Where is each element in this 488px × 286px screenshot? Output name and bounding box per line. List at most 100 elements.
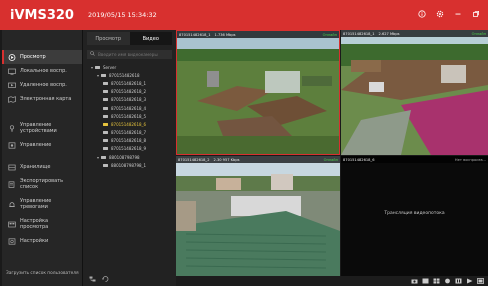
sidebar-item-view-config[interactable]: Настройка просмотра — [2, 214, 82, 234]
camera-search — [87, 50, 172, 59]
tree-tabs: Просмотр Видео — [87, 32, 172, 45]
title-bar: iVMS320 2019/05/15 15:34:32 — [0, 0, 488, 30]
tree-camera-item[interactable]: 870151482618_7 — [91, 129, 176, 137]
chevron-down-icon[interactable]: ▾ — [91, 65, 93, 70]
minimize-icon[interactable] — [453, 9, 462, 18]
sidebar-item-export-list[interactable]: Экспортировать список — [2, 174, 82, 194]
device-tree: ▾ Server ▾ 870151482618 870151482618_1 870151… — [91, 63, 176, 169]
refresh-icon[interactable] — [102, 276, 109, 284]
tile-camera-name: 870151482618_6 — [343, 157, 375, 162]
search-input[interactable] — [98, 52, 168, 57]
tab-video[interactable]: Видео — [129, 32, 172, 45]
layout-4-icon[interactable] — [433, 278, 440, 284]
sidebar-item-device-management[interactable]: Управление устройствами — [2, 118, 82, 138]
tree-item-label: 880108798798 — [109, 154, 140, 160]
sidebar-item-management[interactable]: Управление — [2, 138, 82, 152]
tree-item-label: 870151482618 — [109, 72, 140, 78]
tile-header: 870151482618_2 2.30 957 Kbps Онлайн — [176, 156, 340, 163]
pause-icon[interactable] — [455, 278, 462, 284]
alarm-icon — [8, 201, 16, 208]
play-icon[interactable] — [466, 278, 473, 284]
sidebar-item-settings[interactable]: Настройки — [2, 234, 82, 248]
datetime: 2019/05/15 15:34:32 — [88, 11, 157, 19]
chevron-down-icon[interactable]: ▾ — [97, 155, 99, 160]
sidebar-item-emap[interactable]: Электронная карта — [2, 92, 82, 106]
tree-item-label: 870151482618_3 — [111, 97, 147, 103]
tree-item-label: 870151482618_2 — [111, 89, 147, 95]
tree-item-label: 870151482618_7 — [111, 130, 147, 136]
tile-bitrate: 1.736 Mbps — [214, 32, 236, 37]
tree-camera-item[interactable]: 870151482618_3 — [91, 96, 176, 104]
folder-icon — [95, 65, 101, 69]
restore-icon[interactable] — [471, 9, 480, 18]
tile-camera-name: 870151482618_1 — [179, 32, 211, 37]
tree-camera-item[interactable]: 870151482618_8 — [91, 137, 176, 145]
settings-icon[interactable] — [435, 9, 444, 18]
tile-bitrate: 2.627 Mbps — [378, 31, 400, 36]
tile-header: 870151482618_1 1.736 Mbps Онлайн — [177, 31, 339, 38]
app-window: iVMS320 2019/05/15 15:34:32 Просмотр Лок… — [0, 0, 488, 286]
camera-icon — [103, 98, 108, 102]
tree-device-item[interactable]: ▾ 880108798798 — [91, 153, 176, 161]
sidebar: Просмотр Локальное воспр. Удаленное восп… — [2, 30, 82, 286]
tile-header: 870151482618_1 2.627 Mbps Онлайн — [341, 30, 488, 37]
tree-item-label: 870151482618_1 — [111, 80, 147, 86]
device-icon — [8, 124, 16, 132]
sidebar-item-local-playback[interactable]: Локальное воспр. — [2, 64, 82, 78]
camera-icon — [103, 81, 108, 85]
tree-group-item[interactable]: ▾ Server — [91, 63, 176, 71]
camera-icon — [103, 131, 108, 135]
tree-camera-item[interactable]: 870151482618_5 — [91, 112, 176, 120]
stream-message: Трансляция видеопотока — [384, 211, 445, 216]
manage-icon — [8, 141, 16, 149]
video-tile[interactable]: 870151482618_1 2.627 Mbps Онлайн — [341, 30, 488, 155]
window-controls — [417, 9, 480, 18]
camera-feed-1 — [177, 31, 339, 154]
tree-item-label: 870151482618_4 — [111, 105, 147, 111]
export-icon — [8, 180, 16, 188]
tree-camera-item[interactable]: 870151482618_9 — [91, 145, 176, 153]
tree-item-label: 870151482618_8 — [111, 138, 147, 144]
sidebar-item-storage[interactable]: Хранилище — [2, 160, 82, 174]
tree-camera-item[interactable]: 870151482618_4 — [91, 104, 176, 112]
sidebar-footer-link[interactable]: Загрузить список пользователя — [6, 271, 79, 276]
tree-camera-item[interactable]: 870151482618_2 — [91, 88, 176, 96]
collapse-icon[interactable] — [89, 276, 96, 284]
tree-camera-item[interactable]: 870151482618_1 — [91, 79, 176, 87]
video-tile[interactable]: 870151482618_2 2.30 957 Kbps Онлайн — [176, 156, 340, 276]
tree-device-item[interactable]: ▾ 870151482618 — [91, 71, 176, 79]
tile-header: 870151482618_6 Нет воспроизв... — [341, 156, 488, 163]
sidebar-item-preview[interactable]: Просмотр — [2, 50, 82, 64]
tree-item-label: Server — [103, 64, 117, 70]
snapshot-icon[interactable] — [411, 278, 418, 284]
remote-playback-icon — [8, 82, 16, 89]
layout-1-icon[interactable] — [422, 278, 429, 284]
tile-camera-name: 870151482618_2 — [178, 157, 210, 162]
tree-camera-item[interactable]: 870151482618_6 — [91, 120, 176, 128]
fullscreen-icon[interactable] — [477, 278, 484, 284]
camera-icon — [103, 106, 108, 110]
tile-status: Нет воспроизв... — [454, 157, 486, 162]
search-icon — [90, 51, 95, 58]
sidebar-item-alarm-management[interactable]: Управление тревогами — [2, 194, 82, 214]
folder-icon — [101, 155, 107, 159]
camera-feed-2 — [341, 30, 488, 155]
settings-icon — [8, 237, 16, 245]
tree-item-label: 870151482618_5 — [111, 113, 147, 119]
tree-item-label: 870151482618_9 — [111, 146, 147, 152]
record-icon[interactable] — [444, 278, 451, 284]
tile-status: Онлайн — [322, 32, 337, 37]
storage-icon — [8, 164, 16, 171]
info-icon[interactable] — [417, 9, 426, 18]
video-grid: 870151482618_1 1.736 Mbps Онлайн 8701514… — [176, 30, 488, 276]
tile-status: Онлайн — [323, 157, 338, 162]
tree-camera-item[interactable]: 880108798798_1 — [91, 161, 176, 169]
video-tile[interactable]: 870151482618_6 Нет воспроизв... Трансляц… — [341, 156, 488, 276]
sidebar-item-remote-playback[interactable]: Удаленное воспр. — [2, 78, 82, 92]
chevron-down-icon[interactable]: ▾ — [97, 73, 99, 78]
camera-icon — [103, 90, 108, 94]
tab-preview[interactable]: Просмотр — [87, 32, 130, 45]
video-tile[interactable]: 870151482618_1 1.736 Mbps Онлайн — [176, 30, 340, 155]
local-playback-icon — [8, 68, 16, 75]
tree-item-label: 870151482618_6 — [111, 121, 147, 127]
